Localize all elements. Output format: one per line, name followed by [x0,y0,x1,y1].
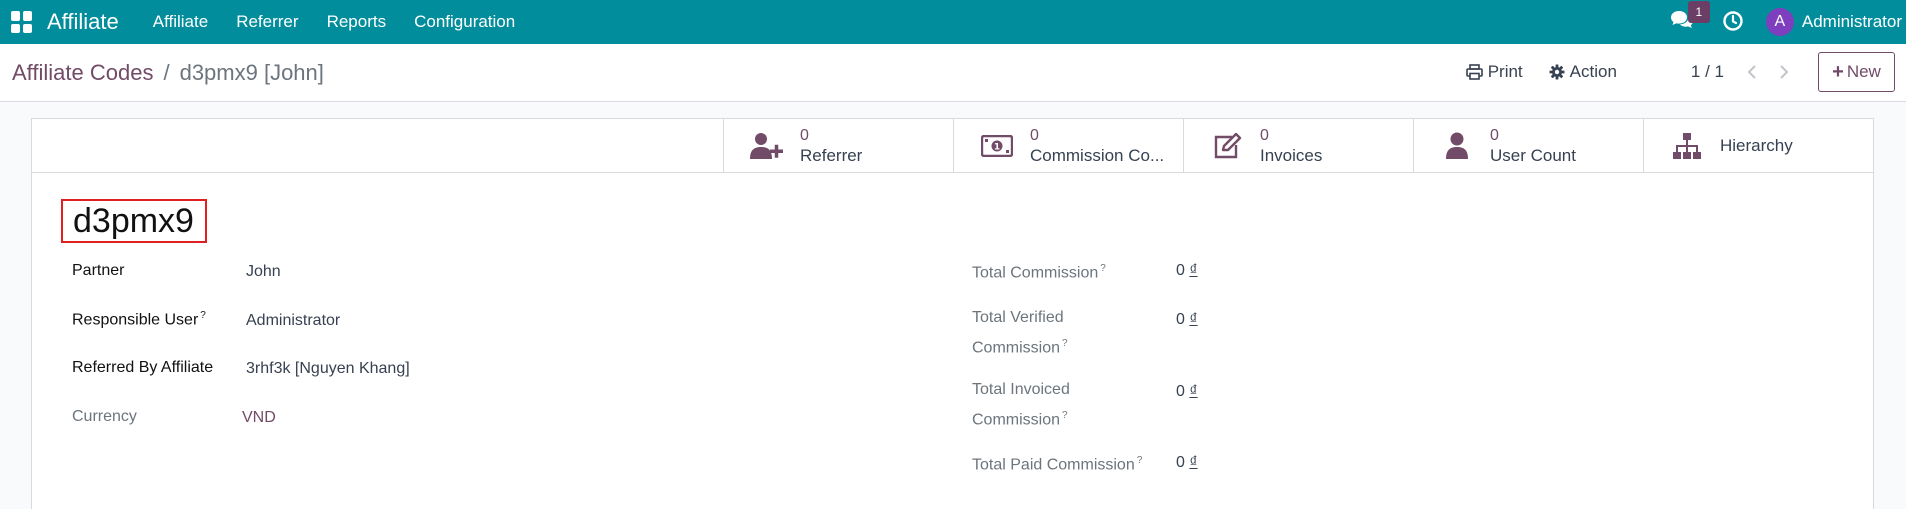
printer-icon [1465,64,1483,80]
hierarchy-label: Hierarchy [1720,136,1793,155]
chevron-left-icon[interactable] [1744,63,1762,81]
new-button[interactable]: + New [1818,52,1895,92]
user-plus-icon [750,133,783,159]
user-count-label: User Count [1490,146,1576,165]
breadcrumb-current: d3pmx9 [John] [179,60,324,85]
partner-value[interactable]: John [246,263,281,281]
partner-label: Partner [72,262,125,279]
user-count-smart-button[interactable]: 0 User Count [1413,119,1643,173]
total-paid-commission-label: Total Paid Commission? [972,455,1143,474]
money-bill-icon: 1 [981,135,1013,157]
user-avatar[interactable]: A [1765,8,1794,36]
total-commission-value: 0 ₫ [1176,262,1198,279]
clock-icon [1723,11,1743,31]
commission-count: 0 [1030,127,1039,144]
menu-reports[interactable]: Reports [327,12,387,32]
pager-value[interactable]: 1 / 1 [1691,62,1724,82]
form-sheet: 0 Referrer 1 0 Commission Co... 0 Invoic… [31,118,1874,509]
referred-by-label: Referred By Affiliate [72,359,214,376]
total-invoiced-commission-label: Total Invoiced Commission? [972,381,1070,429]
invoices-count: 0 [1260,127,1269,144]
breadcrumb-parent-link[interactable]: Affiliate Codes [12,60,153,86]
total-commission-label: Total Commission? [972,263,1106,282]
referrer-smart-button[interactable]: 0 Referrer [723,119,953,173]
smart-button-box: 0 Referrer 1 0 Commission Co... 0 Invoic… [32,119,1873,173]
referrer-label: Referrer [800,146,863,165]
apps-menu-icon[interactable] [11,11,33,33]
record-name-field[interactable]: d3pmx9 [61,199,207,243]
help-tooltip-icon[interactable]: ? [200,310,206,321]
responsible-user-label: Responsible User? [72,310,206,329]
print-label: Print [1487,62,1523,81]
referrer-count: 0 [800,127,809,144]
total-verified-commission-label: Total Verified Commission? [972,309,1068,357]
user-count-value: 0 [1490,127,1499,144]
user-icon [1446,132,1468,159]
user-menu[interactable]: Administrator [1802,12,1902,32]
menu-configuration[interactable]: Configuration [414,12,515,32]
chevron-right-icon[interactable] [1774,63,1792,81]
menu-referrer[interactable]: Referrer [236,12,298,32]
commission-smart-button[interactable]: 1 0 Commission Co... [953,119,1183,173]
new-label: New [1846,62,1881,81]
menu-affiliate[interactable]: Affiliate [153,12,208,32]
total-paid-commission-value: 0 ₫ [1176,454,1198,471]
action-button[interactable]: Action [1549,62,1617,82]
currency-label: Currency [72,408,137,425]
edit-icon [1214,132,1242,159]
control-panel: Affiliate Codes / d3pmx9 [John] Print Ac… [0,44,1906,102]
svg-text:1: 1 [994,143,1000,153]
gear-icon [1549,64,1565,80]
referred-by-value[interactable]: 3rhf3k [Nguyen Khang] [246,360,410,378]
breadcrumb: Affiliate Codes / d3pmx9 [John] [12,60,324,86]
action-label: Action [1569,62,1617,81]
invoices-label: Invoices [1260,146,1323,165]
invoices-smart-button[interactable]: 0 Invoices [1183,119,1413,173]
activity-button[interactable] [1722,10,1746,34]
help-tooltip-icon[interactable]: ? [1100,263,1106,274]
total-invoiced-commission-value: 0 ₫ [1176,383,1198,400]
top-navbar: Affiliate Affiliate Referrer Reports Con… [0,0,1906,44]
app-brand[interactable]: Affiliate [47,9,119,35]
help-tooltip-icon[interactable]: ? [1062,338,1068,349]
responsible-user-value[interactable]: Administrator [246,312,340,330]
total-verified-commission-value: 0 ₫ [1176,311,1198,328]
plus-icon: + [1832,61,1844,83]
messages-button[interactable]: 1 [1670,1,1710,35]
messages-count-badge: 1 [1687,1,1710,23]
hierarchy-smart-button[interactable]: Hierarchy [1643,119,1873,173]
commission-label: Commission Co... [1030,146,1165,165]
help-tooltip-icon[interactable]: ? [1062,410,1068,421]
sitemap-icon [1673,133,1701,159]
currency-value[interactable]: VND [242,409,276,427]
print-button[interactable]: Print [1465,62,1523,82]
help-tooltip-icon[interactable]: ? [1137,455,1143,466]
breadcrumb-separator: / [163,60,170,85]
